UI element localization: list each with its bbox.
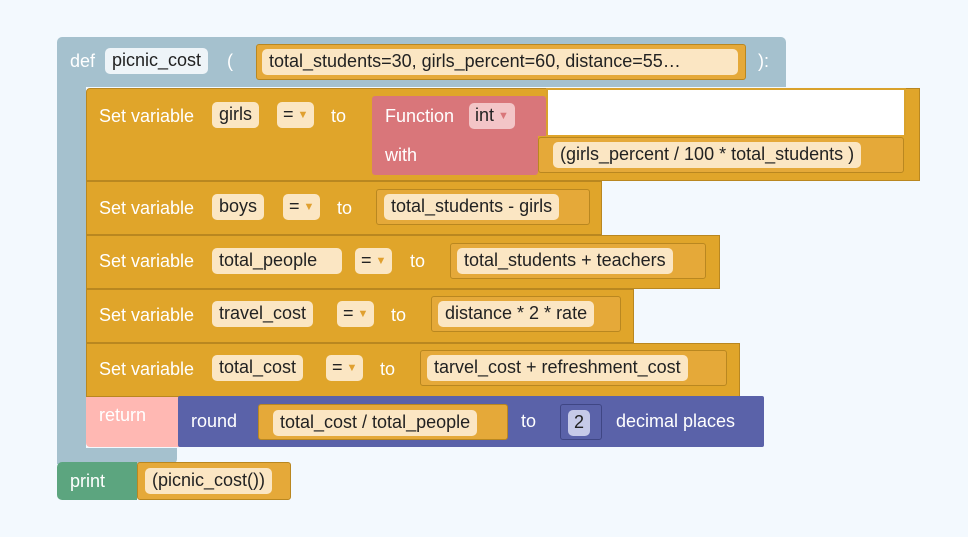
assign-op-value: = — [361, 250, 372, 270]
function-name-field[interactable]: picnic_cost — [105, 48, 209, 74]
params-field[interactable]: total_students=30, girls_percent=60, dis… — [262, 49, 738, 75]
set-variable-label: Set variable — [99, 106, 195, 126]
set-variable-label: Set variable — [99, 305, 195, 325]
var-total-people-field[interactable]: total_people — [212, 248, 342, 274]
assign-op-dropdown[interactable]: = ▼ — [355, 248, 393, 274]
return-label: return — [99, 405, 147, 425]
round-to-label: to — [521, 411, 537, 431]
assign-op-dropdown[interactable]: = ▼ — [283, 194, 321, 220]
to-label: to — [380, 359, 396, 379]
assign-op-value: = — [343, 303, 354, 323]
dropdown-arrow-icon: ▼ — [375, 255, 387, 267]
with-label: with — [385, 145, 418, 165]
to-label: to — [410, 251, 426, 271]
var-boys-field[interactable]: boys — [212, 194, 265, 220]
round-expression-field[interactable]: total_cost / total_people — [273, 410, 478, 436]
dropdown-arrow-icon: ▼ — [297, 109, 309, 121]
dropdown-arrow-icon: ▼ — [357, 308, 369, 320]
dropdown-arrow-icon: ▼ — [303, 201, 315, 213]
set-variable-label: Set variable — [99, 359, 195, 379]
def-block-body — [57, 86, 86, 464]
open-paren: ( — [227, 51, 233, 71]
round-label: round — [191, 411, 238, 431]
assign-op-value: = — [289, 196, 300, 216]
set-variable-label: Set variable — [99, 251, 195, 271]
def-keyword: def — [70, 51, 96, 71]
dropdown-arrow-icon: ▼ — [498, 110, 509, 122]
assign-op-value: = — [283, 104, 294, 124]
assign-op-value: = — [332, 357, 343, 377]
boys-value-field[interactable]: total_students - girls — [384, 194, 560, 220]
set-girls-block-top-extension — [546, 88, 906, 135]
total-cost-value-field[interactable]: tarvel_cost + refreshment_cost — [427, 355, 688, 381]
var-total-cost-field[interactable]: total_cost — [212, 355, 304, 381]
to-label: to — [337, 198, 353, 218]
decimal-places-field[interactable]: 2 — [568, 410, 591, 436]
assign-op-dropdown[interactable]: = ▼ — [326, 355, 364, 381]
to-label: to — [331, 106, 347, 126]
total-people-value-field[interactable]: total_students + teachers — [457, 248, 673, 274]
decimal-places-label: decimal places — [616, 411, 736, 431]
to-label: to — [391, 305, 407, 325]
var-travel-cost-field[interactable]: travel_cost — [212, 301, 314, 327]
function-label: Function — [385, 106, 455, 126]
dropdown-arrow-icon: ▼ — [346, 362, 358, 374]
function-arg-field[interactable]: (girls_percent / 100 * total_students ) — [553, 142, 862, 168]
travel-cost-value-field[interactable]: distance * 2 * rate — [438, 301, 595, 327]
assign-op-dropdown[interactable]: = ▼ — [277, 102, 315, 128]
set-variable-label: Set variable — [99, 198, 195, 218]
print-label: print — [70, 471, 106, 491]
print-arg-field[interactable]: (picnic_cost()) — [145, 468, 273, 494]
assign-op-dropdown[interactable]: = ▼ — [337, 301, 375, 327]
function-name-value: int — [475, 105, 495, 125]
function-name-dropdown[interactable]: int ▼ — [469, 103, 515, 129]
close-paren: ): — [758, 51, 769, 71]
var-girls-field[interactable]: girls — [212, 102, 260, 128]
